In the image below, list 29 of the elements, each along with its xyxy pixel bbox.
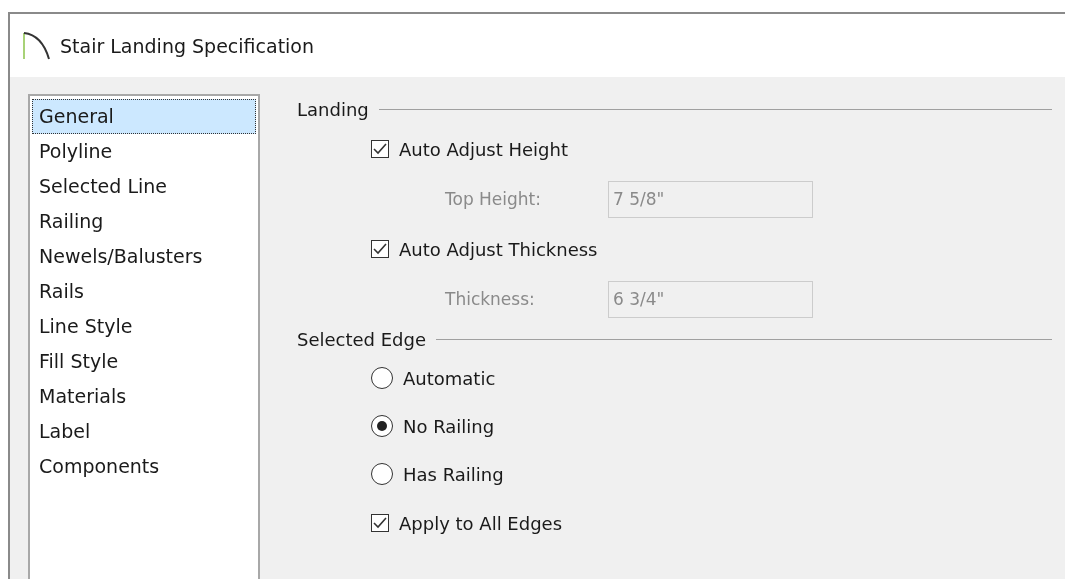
checkbox[interactable]	[371, 140, 389, 158]
radio-label: No Railing	[403, 415, 495, 437]
category-item[interactable]: Line Style	[32, 309, 256, 344]
checkbox-label: Auto Adjust Height	[399, 138, 568, 160]
category-item[interactable]: Fill Style	[32, 344, 256, 379]
category-item[interactable]: General	[32, 99, 256, 134]
radio-button[interactable]	[371, 415, 393, 437]
category-item[interactable]: Selected Line	[32, 169, 256, 204]
radio-button[interactable]	[371, 367, 393, 389]
category-item[interactable]: Label	[32, 414, 256, 449]
field-label: Top Height:	[445, 189, 542, 209]
arch-icon	[22, 30, 50, 61]
radio-label: Automatic	[403, 367, 496, 389]
radio-label: Has Railing	[403, 463, 504, 485]
radio-button[interactable]	[371, 463, 393, 485]
checkbox[interactable]	[371, 240, 389, 258]
category-item[interactable]: Railing	[32, 204, 256, 239]
category-item[interactable]: Components	[32, 449, 256, 484]
category-item[interactable]: Rails	[32, 274, 256, 309]
category-item[interactable]: Polyline	[32, 134, 256, 169]
category-item[interactable]: Materials	[32, 379, 256, 414]
category-item[interactable]: Newels/Balusters	[32, 239, 256, 274]
checkbox[interactable]	[371, 514, 389, 532]
window-title: Stair Landing Specification	[60, 34, 315, 57]
checkbox-label: Auto Adjust Thickness	[399, 238, 598, 260]
group-heading: Selected Edge	[297, 328, 427, 350]
checkbox-label: Apply to All Edges	[399, 512, 563, 534]
group-heading: Landing	[297, 98, 369, 120]
field-label: Thickness:	[445, 289, 536, 309]
